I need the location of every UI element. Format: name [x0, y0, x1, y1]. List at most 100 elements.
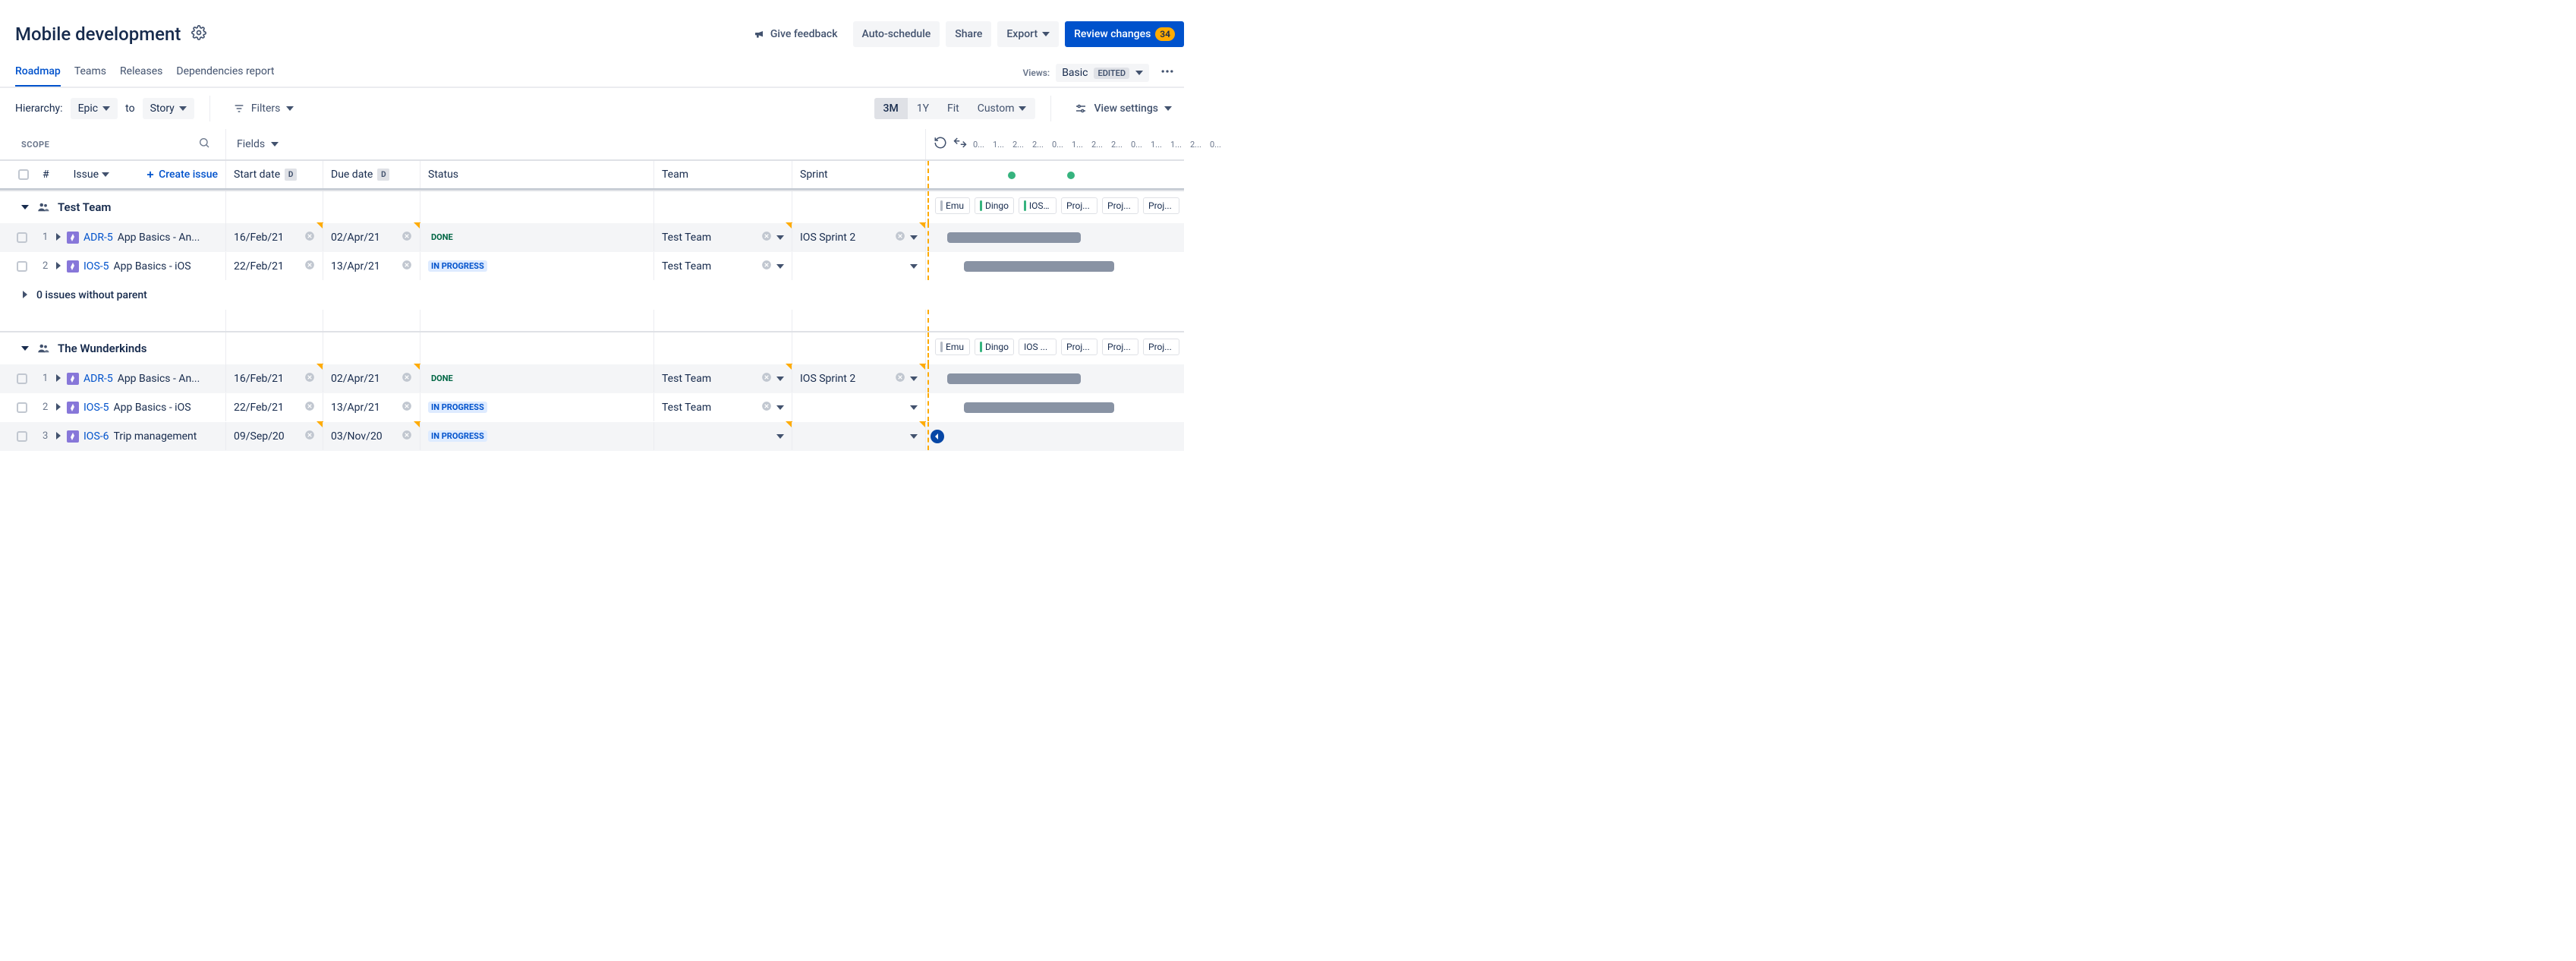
view-dropdown[interactable]: Basic EDITED	[1056, 64, 1149, 82]
sprint-pill[interactable]: IOS ...	[1019, 197, 1057, 214]
tab-teams[interactable]: Teams	[74, 65, 106, 85]
start-date-cell[interactable]: 09/Sep/20	[225, 422, 323, 450]
chevron-down-icon[interactable]	[102, 171, 109, 178]
clear-icon[interactable]	[402, 430, 412, 443]
sprint-pill[interactable]: IOS ...	[1019, 339, 1057, 355]
expand-toggle[interactable]	[55, 260, 62, 273]
sprint-pill[interactable]: Proj...	[1143, 197, 1179, 214]
status-cell[interactable]: IN PROGRESS	[420, 252, 653, 280]
issue-key-link[interactable]: IOS-6	[83, 430, 109, 443]
issue-key-link[interactable]: ADR-5	[83, 373, 113, 385]
sprint-pill[interactable]: Proj...	[1143, 339, 1179, 355]
gantt-bar[interactable]	[964, 402, 1114, 413]
start-date-cell[interactable]: 22/Feb/21	[225, 393, 323, 421]
undo-icon[interactable]	[934, 136, 947, 153]
sprint-pill[interactable]: Proj...	[1061, 197, 1097, 214]
hierarchy-to-dropdown[interactable]: Story	[143, 98, 194, 119]
status-cell[interactable]: DONE	[420, 223, 653, 251]
clear-icon[interactable]	[402, 231, 412, 244]
gantt-bar[interactable]	[964, 261, 1114, 272]
clear-icon[interactable]	[402, 401, 412, 414]
due-date-cell[interactable]: 02/Apr/21	[323, 223, 420, 251]
sprint-cell[interactable]: IOS Sprint 2	[792, 223, 925, 251]
status-cell[interactable]: DONE	[420, 364, 653, 392]
zoom-1y[interactable]: 1Y	[908, 98, 938, 119]
issue-key-link[interactable]: ADR-5	[83, 232, 113, 244]
row-checkbox[interactable]	[17, 232, 27, 243]
view-settings-button[interactable]: View settings	[1066, 97, 1179, 120]
more-menu[interactable]	[1155, 64, 1179, 82]
row-checkbox[interactable]	[17, 261, 27, 272]
sprint-pill[interactable]: Proj...	[1102, 197, 1138, 214]
expand-toggle[interactable]	[55, 373, 62, 385]
gantt-bar[interactable]	[947, 232, 1081, 243]
release-marker[interactable]	[1008, 172, 1016, 179]
gantt-bar[interactable]	[947, 373, 1081, 384]
due-date-cell[interactable]: 13/Apr/21	[323, 393, 420, 421]
zoom-3m[interactable]: 3M	[874, 98, 908, 119]
sprint-pill[interactable]: Emu	[935, 339, 970, 355]
status-cell[interactable]: IN PROGRESS	[420, 422, 653, 450]
tab-releases[interactable]: Releases	[120, 65, 162, 85]
team-cell[interactable]: Test Team	[653, 223, 792, 251]
sprint-cell[interactable]	[792, 393, 925, 421]
clear-icon[interactable]	[304, 430, 315, 443]
clear-icon[interactable]	[304, 260, 315, 273]
review-changes-button[interactable]: Review changes 34	[1065, 21, 1184, 47]
expand-toggle[interactable]	[55, 402, 62, 414]
col-sprint[interactable]: Sprint	[792, 161, 925, 188]
issue-key-link[interactable]: IOS-5	[83, 260, 109, 273]
gear-icon[interactable]	[191, 25, 206, 43]
sprint-pill[interactable]: Dingo	[975, 197, 1014, 214]
auto-schedule-button[interactable]: Auto-schedule	[853, 21, 940, 47]
give-feedback-button[interactable]: Give feedback	[745, 21, 847, 47]
clear-icon[interactable]	[895, 231, 905, 244]
row-checkbox[interactable]	[17, 402, 27, 413]
start-date-cell[interactable]: 22/Feb/21	[225, 252, 323, 280]
team-cell[interactable]	[653, 422, 792, 450]
select-all-checkbox[interactable]	[18, 169, 29, 180]
clear-icon[interactable]	[304, 401, 315, 414]
clear-icon[interactable]	[402, 260, 412, 273]
release-marker[interactable]	[1067, 172, 1075, 179]
due-date-cell[interactable]: 03/Nov/20	[323, 422, 420, 450]
team-group-header[interactable]: The WunderkindsEmuDingoIOS ...Proj...Pro…	[0, 331, 1184, 364]
issues-without-parent[interactable]: 0 issues without parent	[0, 281, 225, 310]
col-due-date[interactable]: Due date D	[323, 161, 420, 188]
fields-dropdown[interactable]: Fields	[237, 134, 286, 155]
status-cell[interactable]: IN PROGRESS	[420, 393, 653, 421]
col-status[interactable]: Status	[420, 161, 653, 188]
start-date-cell[interactable]: 16/Feb/21	[225, 223, 323, 251]
due-date-cell[interactable]: 02/Apr/21	[323, 364, 420, 392]
zoom-fit[interactable]: Fit	[938, 98, 968, 119]
sprint-pill[interactable]: Proj...	[1061, 339, 1097, 355]
clear-icon[interactable]	[895, 372, 905, 386]
row-checkbox[interactable]	[17, 431, 27, 442]
sprint-pill[interactable]: Proj...	[1102, 339, 1138, 355]
share-button[interactable]: Share	[946, 21, 991, 47]
collapse-icon[interactable]	[953, 136, 967, 153]
expand-toggle[interactable]	[21, 289, 29, 301]
row-checkbox[interactable]	[17, 373, 27, 384]
team-group-header[interactable]: Test TeamEmuDingoIOS ...Proj...Proj...Pr…	[0, 190, 1184, 223]
tab-dependencies[interactable]: Dependencies report	[176, 65, 274, 85]
export-button[interactable]: Export	[997, 21, 1059, 47]
create-issue-button[interactable]: Create issue	[145, 169, 218, 181]
col-team[interactable]: Team	[653, 161, 792, 188]
expand-toggle[interactable]	[55, 232, 62, 244]
clear-icon[interactable]	[761, 231, 772, 244]
clear-icon[interactable]	[761, 372, 772, 386]
team-cell[interactable]: Test Team	[653, 393, 792, 421]
clear-icon[interactable]	[761, 401, 772, 414]
tab-roadmap[interactable]: Roadmap	[15, 65, 61, 87]
sprint-cell[interactable]	[792, 252, 925, 280]
team-cell[interactable]: Test Team	[653, 252, 792, 280]
sprint-pill[interactable]: Emu	[935, 197, 970, 214]
col-start-date[interactable]: Start date D	[225, 161, 323, 188]
expand-toggle[interactable]	[55, 430, 62, 443]
start-date-cell[interactable]: 16/Feb/21	[225, 364, 323, 392]
due-date-cell[interactable]: 13/Apr/21	[323, 252, 420, 280]
clear-icon[interactable]	[761, 260, 772, 273]
hierarchy-from-dropdown[interactable]: Epic	[71, 98, 118, 119]
filters-button[interactable]: Filters	[225, 98, 302, 119]
